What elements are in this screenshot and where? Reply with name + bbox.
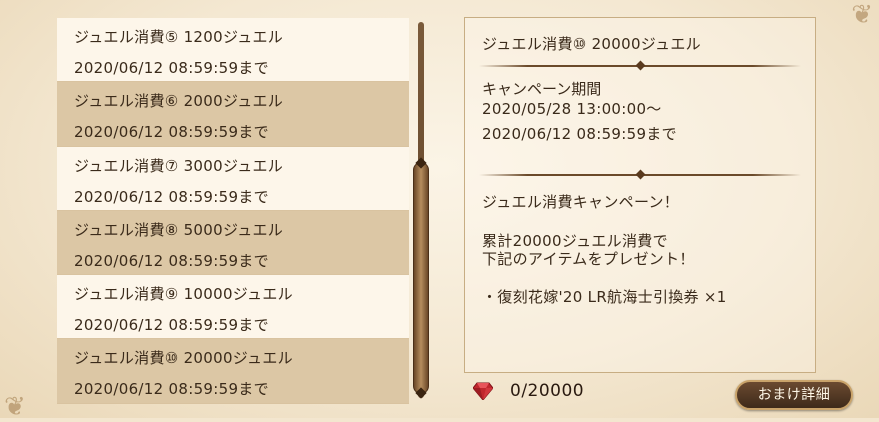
scrollbar-cap-icon <box>415 387 427 399</box>
period-label: キャンペーン期間 <box>482 80 602 98</box>
period-start: 2020/05/28 13:00:00～ <box>482 100 662 118</box>
campaign-list-item[interactable]: ジュエル消費⑨ 10000ジュエル 2020/06/12 08:59:59まで <box>57 275 409 340</box>
campaign-list-item[interactable]: ジュエル消費⑥ 2000ジュエル 2020/06/12 08:59:59まで <box>57 82 409 147</box>
period-end: 2020/06/12 08:59:59まで <box>482 125 677 143</box>
corner-ornament-icon: ❦ <box>851 0 873 30</box>
campaign-detail-panel: ジュエル消費⑩ 20000ジュエル キャンペーン期間 2020/05/28 13… <box>464 17 816 373</box>
campaign-name: ジュエル消費⑨ 10000ジュエル <box>74 285 293 304</box>
campaign-list-item[interactable]: ジュエル消費⑦ 3000ジュエル 2020/06/12 08:59:59まで <box>57 146 409 211</box>
campaign-name: ジュエル消費⑦ 3000ジュエル <box>74 156 284 175</box>
campaign-deadline: 2020/06/12 08:59:59まで <box>74 59 269 77</box>
campaign-name: ジュエル消費⑧ 5000ジュエル <box>74 220 284 239</box>
divider <box>479 60 801 71</box>
campaign-name: ジュエル消費⑥ 2000ジュエル <box>74 92 284 111</box>
detail-title: ジュエル消費⑩ 20000ジュエル <box>482 35 701 53</box>
campaign-name: ジュエル消費⑤ 1200ジュエル <box>74 28 284 46</box>
campaign-list: ジュエル消費⑤ 1200ジュエル 2020/06/12 08:59:59まで ジ… <box>57 18 409 404</box>
campaign-deadline: 2020/06/12 08:59:59まで <box>74 380 269 399</box>
campaign-deadline: 2020/06/12 08:59:59まで <box>74 187 269 206</box>
jewel-progress: 0/20000 <box>510 381 585 401</box>
campaign-list-item[interactable]: ジュエル消費⑧ 5000ジュエル 2020/06/12 08:59:59まで <box>57 210 409 276</box>
campaign-list-item-selected[interactable]: ジュエル消費⑩ 20000ジュエル 2020/06/12 08:59:59まで <box>57 339 409 404</box>
red-gem-icon <box>473 382 493 400</box>
campaign-deadline: 2020/06/12 08:59:59まで <box>74 123 269 142</box>
campaign-name: ジュエル消費⑩ 20000ジュエル <box>74 349 293 368</box>
dialog-background: ❦ ❦ ジュエル消費⑤ 1200ジュエル 2020/06/12 08:59:59… <box>0 0 879 422</box>
bonus-details-button[interactable]: おまけ詳細 <box>735 380 853 410</box>
scrollbar-thumb[interactable] <box>413 157 429 399</box>
campaign-deadline: 2020/06/12 08:59:59まで <box>74 316 269 335</box>
reward-item: ・復刻花嫁'20 LR航海士引換券 ×1 <box>482 288 727 306</box>
description-heading: ジュエル消費キャンペーン！ <box>482 193 680 211</box>
campaign-list-item[interactable]: ジュエル消費⑤ 1200ジュエル 2020/06/12 08:59:59まで <box>57 18 409 83</box>
divider <box>479 169 801 180</box>
description-text: 下記のアイテムをプレゼント！ <box>482 250 695 268</box>
campaign-deadline: 2020/06/12 08:59:59まで <box>74 251 269 270</box>
